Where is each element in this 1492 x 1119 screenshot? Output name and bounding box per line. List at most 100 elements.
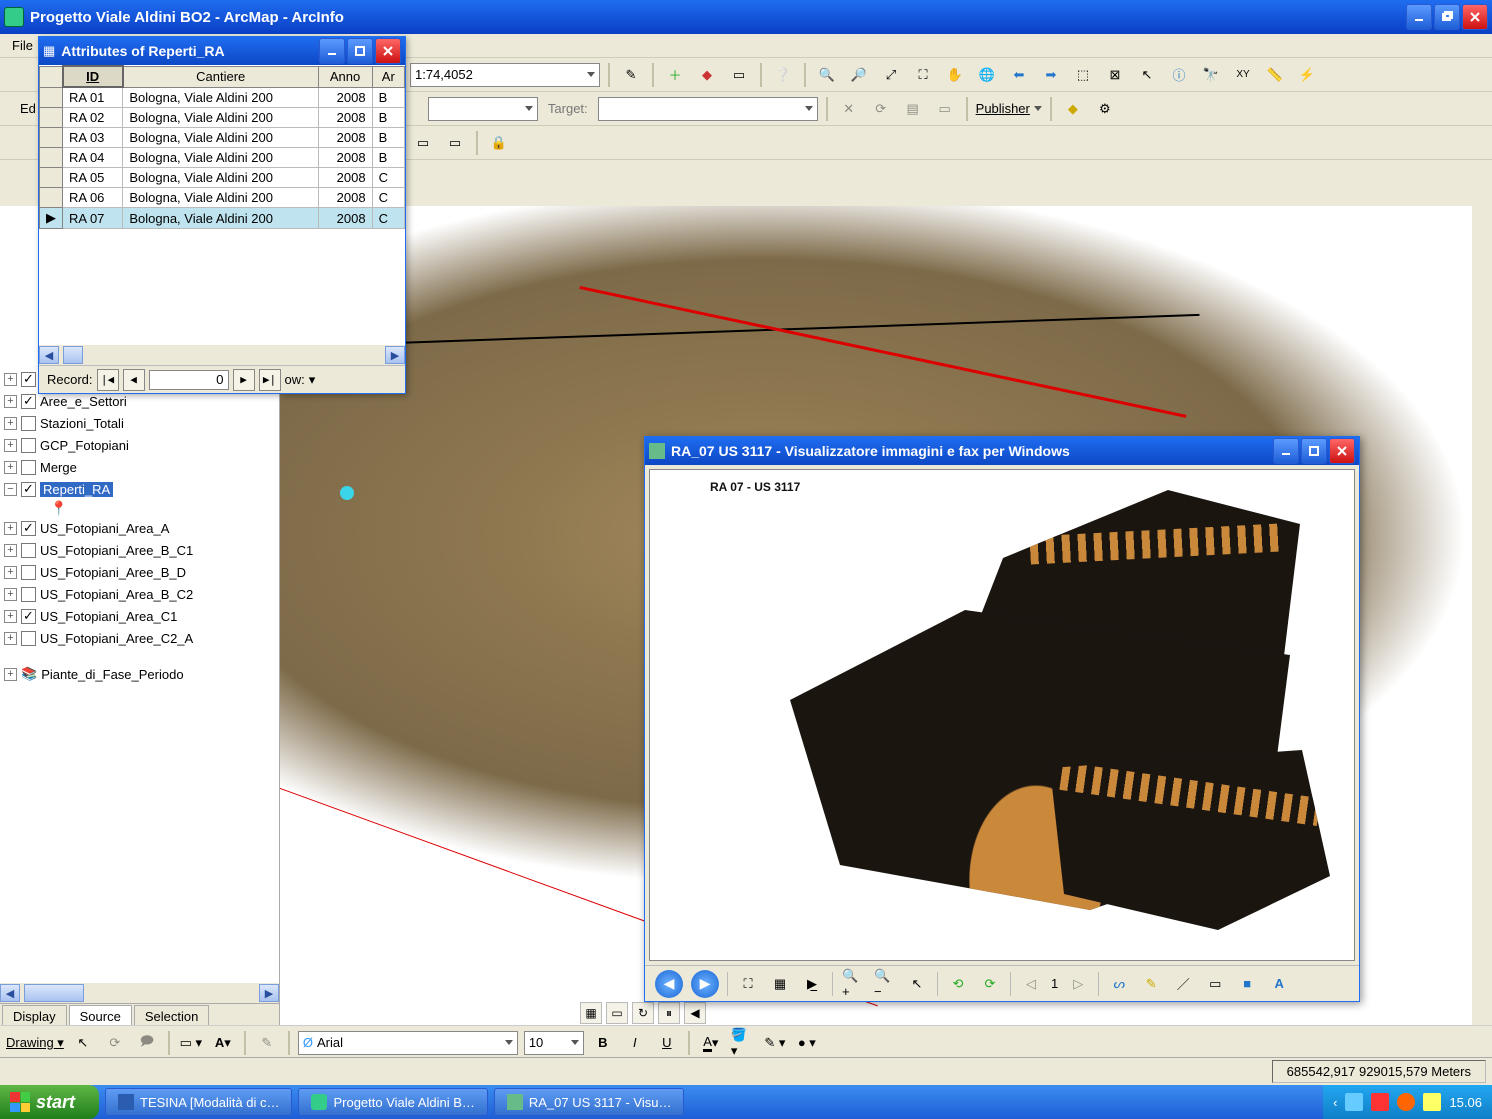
attributes-icon[interactable]: ▤: [900, 96, 926, 122]
layer-checkbox[interactable]: [21, 565, 36, 580]
next-page-icon[interactable]: ▷: [1066, 972, 1090, 996]
task-combo[interactable]: [428, 97, 538, 121]
expander-icon[interactable]: +: [4, 461, 17, 474]
layer-item[interactable]: −Reperti_RA: [4, 478, 275, 500]
table-row[interactable]: RA 02Bologna, Viale Aldini 2002008B: [40, 108, 405, 128]
refresh-view-icon[interactable]: ↻: [632, 1002, 654, 1024]
arcscene-icon[interactable]: ◆: [694, 62, 720, 88]
expander-icon[interactable]: +: [4, 588, 17, 601]
zoom-to-selected-icon[interactable]: 🗩: [134, 1030, 160, 1056]
rotate-icon[interactable]: ⟳: [102, 1030, 128, 1056]
next-record-button[interactable]: ▶: [233, 369, 255, 391]
toc-tab-display[interactable]: Display: [2, 1005, 67, 1027]
annotate-highlight-icon[interactable]: ✎: [1139, 972, 1163, 996]
taskbar-item-arcmap[interactable]: Progetto Viale Aldini B…: [298, 1088, 487, 1116]
select-features-icon[interactable]: ⬚: [1070, 62, 1096, 88]
row-selector[interactable]: [40, 87, 63, 108]
map-scale-combo[interactable]: 1:74,4052: [410, 63, 600, 87]
menu-edit-truncated[interactable]: Ed: [20, 101, 36, 116]
layer-checkbox[interactable]: [21, 482, 36, 497]
fixed-zoom-in-icon[interactable]: ⤢: [878, 62, 904, 88]
new-map-icon[interactable]: ▭: [726, 62, 752, 88]
scroll-right-icon[interactable]: ▶: [259, 984, 279, 1002]
rectangle-tool-icon[interactable]: ▭ ▾: [178, 1030, 204, 1056]
row-selector[interactable]: [40, 168, 63, 188]
data-view-icon[interactable]: ▦: [580, 1002, 602, 1024]
layer-item[interactable]: +US_Fotopiani_Aree_B_C1: [4, 539, 275, 561]
scroll-thumb[interactable]: [63, 346, 83, 364]
back-extent-icon[interactable]: ⬅: [1006, 62, 1032, 88]
toc-tab-source[interactable]: Source: [69, 1005, 132, 1027]
image-viewer-window[interactable]: RA_07 US 3117 - Visualizzatore immagini …: [644, 436, 1360, 1002]
bold-button[interactable]: B: [590, 1030, 616, 1056]
sketch-properties-icon[interactable]: ▭: [932, 96, 958, 122]
expander-icon[interactable]: +: [4, 668, 17, 681]
prev-record-button[interactable]: ◀: [123, 369, 145, 391]
attribute-grid[interactable]: IDCantiereAnnoArRA 01Bologna, Viale Aldi…: [39, 65, 405, 345]
layer-item[interactable]: +US_Fotopiani_Area_C1: [4, 605, 275, 627]
drawing-menu[interactable]: Drawing ▾: [6, 1035, 64, 1051]
expander-icon[interactable]: +: [4, 566, 17, 579]
close-button[interactable]: [1462, 4, 1488, 30]
iv-maximize-button[interactable]: [1301, 438, 1327, 464]
taskbar-item-imageviewer[interactable]: RA_07 US 3117 - Visu…: [494, 1088, 685, 1116]
identify-icon[interactable]: ⓘ: [1166, 62, 1192, 88]
layer-checkbox[interactable]: [21, 631, 36, 646]
attribute-table-titlebar[interactable]: ▦ Attributes of Reperti_RA: [39, 37, 405, 65]
expander-icon[interactable]: +: [4, 417, 17, 430]
record-number-input[interactable]: [149, 370, 229, 390]
scroll-right-icon[interactable]: ▶: [385, 346, 405, 364]
layer-checkbox[interactable]: [21, 394, 36, 409]
italic-button[interactable]: I: [622, 1030, 648, 1056]
underline-button[interactable]: U: [654, 1030, 680, 1056]
column-header[interactable]: Anno: [318, 66, 372, 87]
best-fit-icon[interactable]: ⛶: [736, 972, 760, 996]
prev-page-icon[interactable]: ◁: [1019, 972, 1043, 996]
minimize-button[interactable]: [1406, 4, 1432, 30]
editor-toolbar-icon[interactable]: ✎: [618, 62, 644, 88]
row-selector[interactable]: [40, 188, 63, 208]
sketch-tool-icon[interactable]: ✕: [836, 96, 862, 122]
pan-icon[interactable]: ✋: [942, 62, 968, 88]
zoom-out-icon[interactable]: 🔍−: [873, 972, 897, 996]
goto-xy-icon[interactable]: XY: [1230, 62, 1256, 88]
layer-checkbox[interactable]: [21, 416, 36, 431]
zoom-in-icon[interactable]: 🔍+: [841, 972, 865, 996]
expander-icon[interactable]: +: [4, 439, 17, 452]
layer-checkbox[interactable]: [21, 521, 36, 536]
whats-this-icon[interactable]: ❔: [770, 62, 796, 88]
font-size-combo[interactable]: 10: [524, 1031, 584, 1055]
actual-size-icon[interactable]: ▦: [768, 972, 792, 996]
font-color-button[interactable]: A ▾: [698, 1030, 724, 1056]
zoom-out-icon[interactable]: 🔎: [846, 62, 872, 88]
table-row[interactable]: RA 01Bologna, Viale Aldini 2002008B: [40, 87, 405, 108]
rotate-cw-icon[interactable]: ⟳: [978, 972, 1002, 996]
last-record-button[interactable]: ▶|: [259, 369, 281, 391]
tray-expand-icon[interactable]: ‹: [1333, 1095, 1337, 1110]
georeferencing-icon[interactable]: ◆: [1060, 96, 1086, 122]
globe-icon[interactable]: 🌐: [974, 62, 1000, 88]
text-tool-icon[interactable]: A ▾: [210, 1030, 236, 1056]
attr-horizontal-scrollbar[interactable]: ◀ ▶: [39, 345, 405, 365]
layer-item[interactable]: +Merge: [4, 456, 275, 478]
select-arrow-icon[interactable]: ↖: [70, 1030, 96, 1056]
map-vertical-scrollbar[interactable]: [1472, 206, 1492, 1027]
full-extent-icon[interactable]: ⛶: [910, 62, 936, 88]
slideshow-icon[interactable]: ▶̲: [800, 972, 824, 996]
link-table-icon[interactable]: ⚙: [1092, 96, 1118, 122]
annotate-solid-rect-icon[interactable]: ■: [1235, 972, 1259, 996]
scroll-left-icon[interactable]: ◀: [0, 984, 20, 1002]
start-button[interactable]: start: [0, 1085, 99, 1119]
layer-checkbox[interactable]: [21, 460, 36, 475]
expander-icon[interactable]: +: [4, 544, 17, 557]
find-icon[interactable]: 🔭: [1198, 62, 1224, 88]
attribute-table-window[interactable]: ▦ Attributes of Reperti_RA IDCantiereAnn…: [38, 36, 406, 394]
first-record-button[interactable]: |◀: [97, 369, 119, 391]
layer-item[interactable]: +US_Fotopiani_Aree_C2_A: [4, 627, 275, 649]
edit-vertices-icon[interactable]: ✎: [254, 1030, 280, 1056]
table-row[interactable]: ▶RA 07Bologna, Viale Aldini 2002008C: [40, 208, 405, 229]
fill-color-button[interactable]: 🪣 ▾: [730, 1030, 756, 1056]
image-canvas[interactable]: RA 07 - US 3117: [649, 469, 1355, 961]
expander-icon[interactable]: +: [4, 632, 17, 645]
row-selector[interactable]: [40, 148, 63, 168]
